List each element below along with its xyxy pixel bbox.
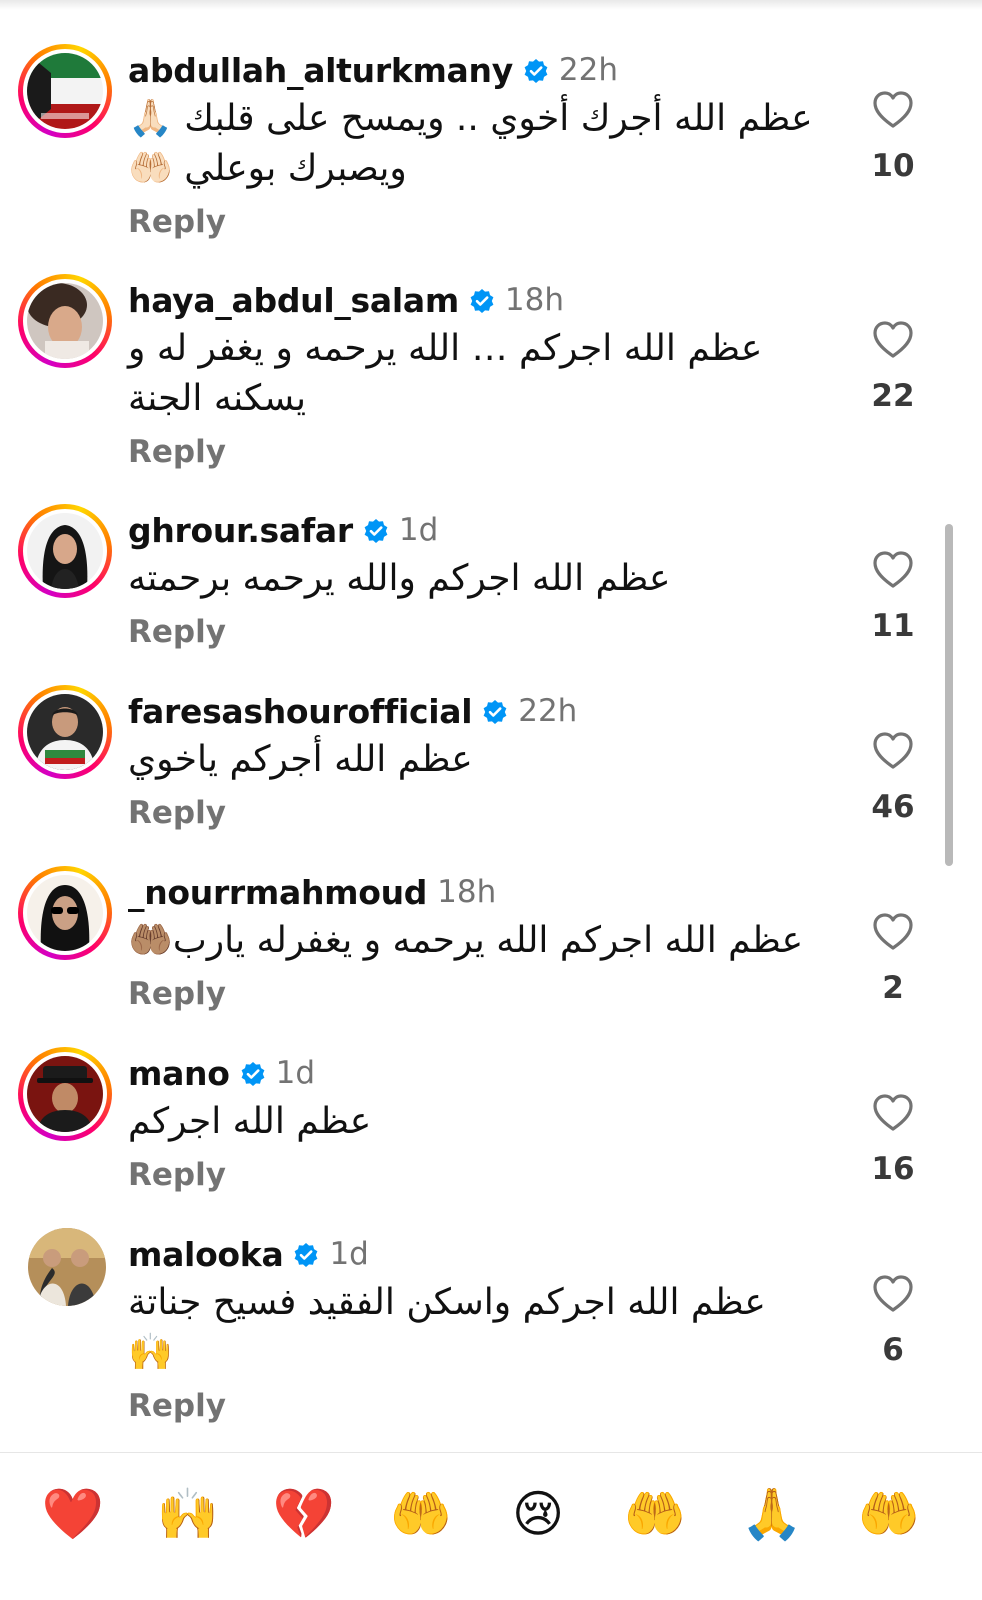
reply-button[interactable]: Reply: [128, 434, 226, 470]
username[interactable]: _nourrmahmoud: [128, 873, 427, 912]
verified-badge-icon: [469, 288, 495, 314]
comment-time: 22h: [518, 693, 578, 729]
story-ring[interactable]: [18, 274, 112, 368]
woman-portrait-avatar: [27, 283, 103, 359]
reply-button[interactable]: Reply: [128, 976, 226, 1012]
woman-sunglasses-avatar: [27, 875, 103, 951]
verified-badge-icon: [293, 1242, 319, 1268]
comment-text: عظم الله أجرك أخوي .. ويمسح على قلبك 🙏🏻 …: [128, 98, 813, 189]
comment-header: mano 1d: [128, 1051, 315, 1095]
scrollbar[interactable]: [945, 524, 953, 866]
verified-badge-icon: [363, 518, 389, 544]
comment-time: 18h: [437, 874, 497, 910]
palms-up-emoji-button[interactable]: 🤲: [849, 1479, 929, 1549]
username[interactable]: haya_abdul_salam: [128, 281, 459, 320]
comment-text: عظم الله اجركم والله يرحمه برحمته: [128, 558, 671, 599]
reply-button[interactable]: Reply: [128, 795, 226, 831]
story-ring[interactable]: [18, 504, 112, 598]
comment-text: عظم الله اجركم … الله يرحمه و يغفر له و …: [128, 328, 763, 419]
like-heart-icon[interactable]: [872, 1274, 914, 1314]
woman-portrait-avatar: [27, 513, 103, 589]
man-hat-avatar: [27, 1056, 103, 1132]
kuwait-flag-avatar: [27, 53, 103, 129]
comment-text: عظم الله أجركم ياخوي: [128, 739, 473, 780]
username[interactable]: faresashourofficial: [128, 692, 473, 731]
man-portrait-avatar: [27, 694, 103, 770]
story-ring[interactable]: [18, 44, 112, 138]
username[interactable]: mano: [128, 1054, 230, 1093]
like-heart-icon[interactable]: [872, 320, 914, 360]
like-heart-icon[interactable]: [872, 912, 914, 952]
group-photo-avatar[interactable]: [28, 1228, 106, 1306]
like-count: 6: [882, 1332, 904, 1368]
comment-time: 18h: [504, 282, 565, 318]
like-count: 16: [871, 1151, 915, 1187]
folded-hands-emoji-button[interactable]: 🙏: [732, 1479, 812, 1549]
like-count: 10: [871, 148, 915, 184]
reply-button[interactable]: Reply: [128, 1388, 226, 1424]
quick-emoji-bar: ❤️ 🙌 💔 🤲 😢 🤲 🙏 🤲: [0, 1453, 982, 1600]
like-count: 46: [871, 789, 915, 825]
raising-hands-emoji-button[interactable]: 🙌: [148, 1479, 228, 1549]
like-count: 2: [882, 970, 904, 1006]
comment-header: haya_abdul_salam 18h: [128, 278, 564, 322]
crying-face-emoji-button[interactable]: 😢: [498, 1479, 578, 1549]
comment-text: عظم الله اجركم واسكن الفقيد فسيح جناتة 🙌: [128, 1282, 766, 1373]
comment-header: abdullah_alturkmany 22h: [128, 48, 618, 92]
comment-header: _nourrmahmoud 18h: [128, 870, 496, 914]
username[interactable]: abdullah_alturkmany: [128, 51, 513, 90]
comments-list[interactable]: abdullah_alturkmany 22h عظم الله أجرك أخ…: [0, 0, 982, 1452]
palms-up-emoji-button[interactable]: 🤲: [615, 1479, 695, 1549]
like-heart-icon[interactable]: [872, 731, 914, 771]
story-ring[interactable]: [18, 1047, 112, 1141]
comment-time: 1d: [329, 1236, 369, 1272]
comment-header: ghrour.safar 1d: [128, 508, 438, 552]
verified-badge-icon: [523, 58, 549, 84]
like-count: 11: [871, 608, 915, 644]
story-ring[interactable]: [18, 685, 112, 779]
comment-time: 1d: [275, 1055, 316, 1091]
username[interactable]: malooka: [128, 1235, 284, 1274]
palms-up-emoji-button[interactable]: 🤲: [381, 1479, 461, 1549]
like-heart-icon[interactable]: [872, 90, 914, 130]
red-heart-emoji-button[interactable]: ❤️: [33, 1479, 113, 1549]
comment-time: 22h: [558, 52, 619, 88]
comment-text: عظم الله اجركم الله يرحمه و يغفرله يارب🤲…: [128, 920, 804, 961]
like-count: 22: [871, 378, 915, 414]
reply-button[interactable]: Reply: [128, 1157, 226, 1193]
verified-badge-icon: [482, 699, 508, 725]
broken-heart-emoji-button[interactable]: 💔: [264, 1479, 344, 1549]
comment-time: 1d: [398, 512, 439, 548]
reply-button[interactable]: Reply: [128, 614, 226, 650]
comment-header: malooka 1d: [128, 1232, 369, 1276]
reply-button[interactable]: Reply: [128, 204, 226, 240]
comment-header: faresashourofficial 22h: [128, 689, 577, 733]
like-heart-icon[interactable]: [872, 1093, 914, 1133]
comment-text: عظم الله اجركم: [128, 1101, 372, 1142]
verified-badge-icon: [240, 1061, 266, 1087]
story-ring[interactable]: [18, 866, 112, 960]
username[interactable]: ghrour.safar: [128, 511, 353, 550]
like-heart-icon[interactable]: [872, 550, 914, 590]
